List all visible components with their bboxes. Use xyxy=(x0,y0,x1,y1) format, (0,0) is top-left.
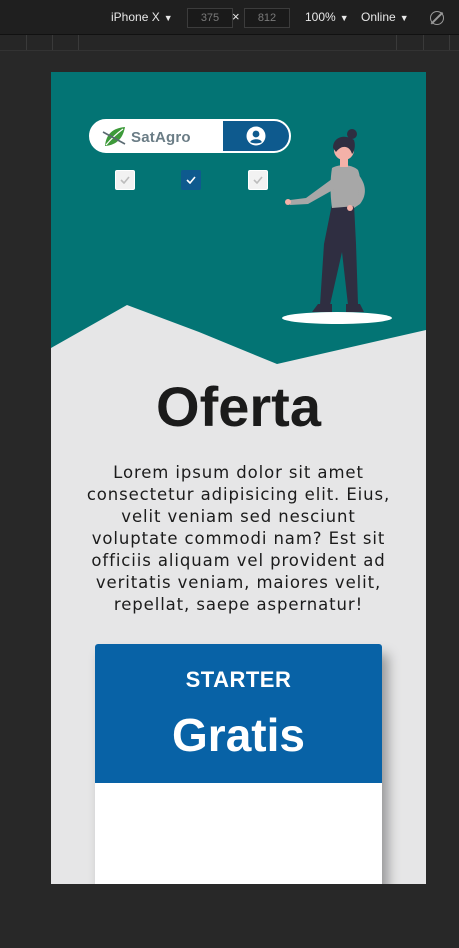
device-select-label: iPhone X xyxy=(111,10,160,24)
brand-toggle[interactable]: SatAgro xyxy=(89,119,291,153)
network-throttle-select[interactable]: Online ▼ xyxy=(361,9,409,26)
checkbox-2[interactable] xyxy=(181,170,201,190)
pricing-card-header: STARTER Gratis xyxy=(95,644,382,783)
person-illustration xyxy=(282,129,392,324)
check-icon xyxy=(120,176,130,184)
satagro-logo: SatAgro xyxy=(101,124,191,150)
plan-name: STARTER xyxy=(185,667,292,692)
leaf-icon xyxy=(102,127,126,146)
check-icon xyxy=(186,176,196,184)
device-select[interactable]: iPhone X ▼ xyxy=(111,9,173,26)
viewport-height-input[interactable]: 812 xyxy=(244,8,290,28)
zoom-select[interactable]: 100% ▼ xyxy=(305,9,349,26)
page-title: Oferta xyxy=(156,375,321,438)
network-throttle-label: Online xyxy=(361,10,396,24)
user-circle-icon xyxy=(246,126,266,146)
chevron-down-icon: ▼ xyxy=(399,13,409,23)
checkbox-1[interactable] xyxy=(115,170,135,190)
rotate-icon[interactable] xyxy=(430,11,444,25)
device-viewport: SatAgro Oferta Lorem ipsum dolor sit ame… xyxy=(51,72,426,884)
media-query-ruler xyxy=(0,35,459,51)
check-icon xyxy=(253,176,263,184)
plan-price: Gratis xyxy=(172,709,305,761)
checkbox-3[interactable] xyxy=(248,170,268,190)
chevron-down-icon: ▼ xyxy=(163,13,173,23)
brand-name: SatAgro xyxy=(131,128,191,146)
lead-paragraph: Lorem ipsum dolor sit amet consectetur a… xyxy=(86,463,391,614)
chevron-down-icon: ▼ xyxy=(339,13,349,23)
devtools-device-toolbar: iPhone X ▼ 375 × 812 100% ▼ Online ▼ xyxy=(0,0,459,35)
zoom-select-label: 100% xyxy=(305,10,336,24)
pricing-card-starter: STARTER Gratis xyxy=(95,644,382,884)
dimension-separator: × xyxy=(232,9,240,24)
viewport-width-input[interactable]: 375 xyxy=(187,8,233,28)
